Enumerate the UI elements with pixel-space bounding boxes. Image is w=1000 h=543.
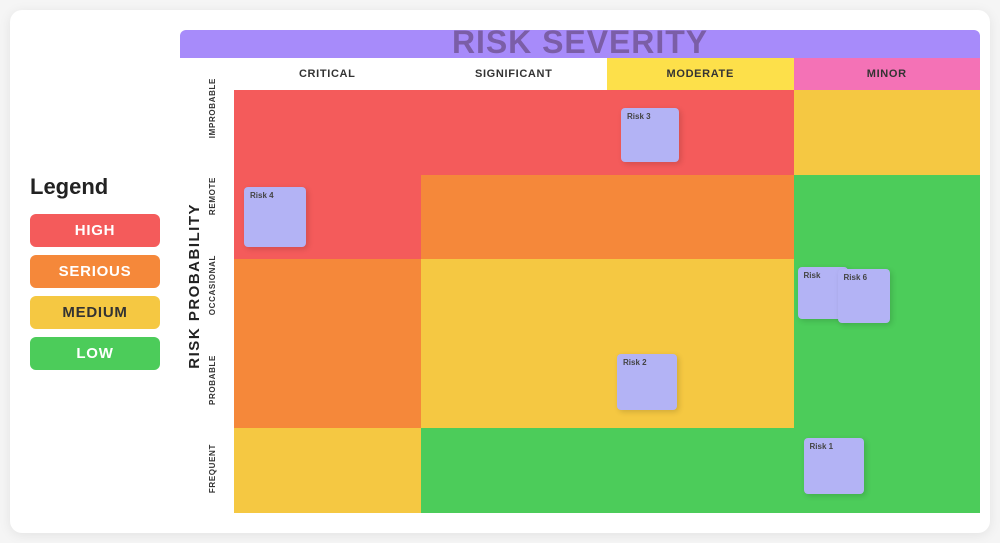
cell-r1c0: Risk 4 [234,175,421,260]
chart-title: RISK SEVERITY [452,24,708,61]
cell-r3c1 [421,344,608,429]
col-header-critical: CRITICAL [234,58,421,90]
sticky-risk2: Risk 2 [617,354,677,410]
y-label-remote: REMOTE [208,177,234,215]
y-label-occasional: OCCASIONAL [208,255,234,315]
legend-panel: Legend HIGH SERIOUS MEDIUM LOW [30,174,160,370]
risk-grid: Risk 3 Risk 4 Risk [234,90,980,513]
col-header-significant: SIGNIFICANT [421,58,608,90]
legend-medium: MEDIUM [30,296,160,329]
y-axis-title: RISK PROBABILITY [186,203,203,369]
sticky-risk3: Risk 3 [621,108,679,162]
cell-r0c1 [421,90,608,175]
cell-r1c3 [794,175,981,260]
legend-high: HIGH [30,214,160,247]
chart-wrapper: RISK SEVERITY RISK PROBABILITY FREQUENT … [180,30,980,513]
y-axis-title-wrapper: RISK PROBABILITY [180,58,208,513]
main-container: Legend HIGH SERIOUS MEDIUM LOW RISK SEVE… [10,10,990,533]
cell-r0c0 [234,90,421,175]
cell-r1c1 [421,175,608,260]
y-label-improbable: IMPROBABLE [208,78,234,138]
grid-area: CRITICAL SIGNIFICANT MODERATE MINOR Risk… [234,58,980,513]
cell-r3c2: Risk 2 [607,344,794,429]
cell-r2c2 [607,259,794,344]
cell-r1c2 [607,175,794,260]
legend-low: LOW [30,337,160,370]
cell-r0c2: Risk 3 [607,90,794,175]
y-label-probable: PROBABLE [208,355,234,405]
cell-r2c0 [234,259,421,344]
legend-title: Legend [30,174,160,200]
cell-r2c1 [421,259,608,344]
y-axis: RISK PROBABILITY FREQUENT PROBABLE OCCAS… [180,58,234,513]
cell-r3c0 [234,344,421,429]
sticky-risk1: Risk 1 [804,438,864,494]
cell-r2c3: Risk Risk 6 [794,259,981,344]
cell-r4c2 [607,428,794,513]
chart-main: RISK PROBABILITY FREQUENT PROBABLE OCCAS… [180,58,980,513]
y-label-frequent: FREQUENT [208,444,234,493]
col-header-minor: MINOR [794,58,981,90]
cell-r4c1 [421,428,608,513]
legend-serious: SERIOUS [30,255,160,288]
sticky-risk4: Risk 4 [244,187,306,247]
chart-title-bar: RISK SEVERITY [180,30,980,58]
cell-r0c3 [794,90,981,175]
col-headers: CRITICAL SIGNIFICANT MODERATE MINOR [234,58,980,90]
cell-r4c3: Risk 1 [794,428,981,513]
col-header-moderate: MODERATE [607,58,794,90]
cell-r3c3 [794,344,981,429]
cell-r4c0 [234,428,421,513]
y-axis-labels: FREQUENT PROBABLE OCCASIONAL REMOTE IMPR… [208,58,234,513]
sticky-risk6: Risk 6 [838,269,890,323]
